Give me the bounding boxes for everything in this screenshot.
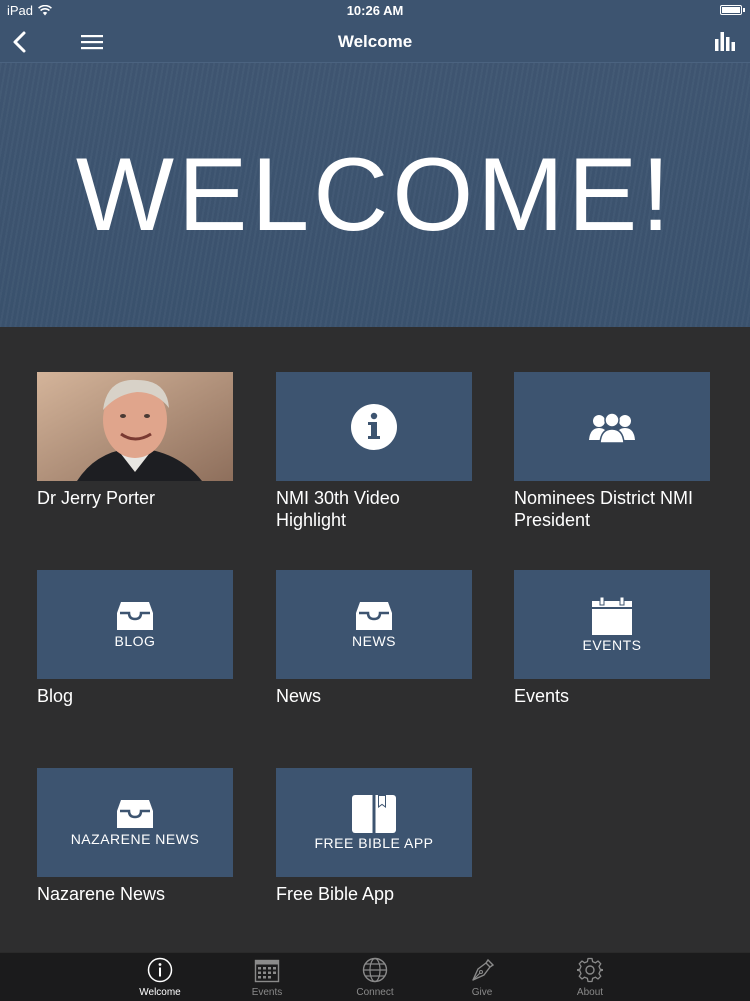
tile-caption: Nominees District NMI President	[514, 488, 694, 530]
tile-dr-jerry-porter[interactable]: Dr Jerry Porter	[37, 372, 233, 509]
inbox-icon	[117, 799, 153, 828]
tile-nazarene-news[interactable]: NAZARENE NEWS Nazarene News	[37, 768, 233, 905]
tab-label: Welcome	[139, 987, 181, 998]
tab-give[interactable]: Give	[432, 953, 532, 1001]
tab-events[interactable]: Events	[217, 953, 317, 1001]
tile-thumbnail-label: NAZARENE NEWS	[70, 830, 200, 847]
tile-nominees[interactable]: Nominees District NMI President	[514, 372, 710, 531]
portrait-photo	[37, 372, 233, 481]
tile-thumbnail-label: FREE BIBLE APP	[314, 834, 434, 851]
tab-bar: Welcome Events Connect Give About	[0, 952, 750, 1001]
users-group-icon	[589, 411, 635, 444]
tile-caption: Blog	[37, 686, 74, 706]
inbox-icon	[356, 601, 392, 630]
tile-thumbnail: FREE BIBLE APP	[276, 768, 472, 877]
tab-about[interactable]: About	[540, 953, 640, 1001]
tab-label: Give	[471, 987, 493, 998]
welcome-banner: WELCOME!	[0, 63, 750, 327]
bar-chart-icon[interactable]	[714, 30, 736, 52]
tile-nmi-30th-video[interactable]: NMI 30th Video Highlight	[276, 372, 472, 531]
tile-thumbnail-label: EVENTS	[582, 636, 642, 653]
tab-welcome[interactable]: Welcome	[110, 953, 210, 1001]
tile-caption: NMI 30th Video Highlight	[276, 488, 400, 530]
tile-thumbnail-label: NEWS	[352, 632, 396, 649]
tile-caption: Nazarene News	[37, 884, 166, 904]
calendar-icon	[254, 959, 280, 983]
battery-icon	[720, 5, 745, 15]
gear-icon	[577, 957, 603, 983]
tile-events[interactable]: EVENTS Events	[514, 570, 710, 707]
globe-icon	[362, 957, 388, 983]
info-icon	[351, 403, 397, 450]
tile-caption: News	[276, 686, 322, 706]
info-icon	[147, 957, 173, 983]
tile-thumbnail-label: BLOG	[114, 632, 156, 649]
book-icon	[352, 794, 396, 833]
status-bar: iPad 10:26 AM	[0, 0, 750, 22]
pen-nib-icon	[472, 958, 495, 981]
tab-label: About	[576, 987, 604, 998]
calendar-icon	[592, 596, 632, 635]
inbox-icon	[117, 601, 153, 630]
tile-caption: Free Bible App	[276, 884, 395, 904]
banner-headline: WELCOME!	[75, 137, 675, 253]
nav-bar: Welcome	[0, 22, 750, 63]
tile-thumbnail	[276, 372, 472, 481]
tile-thumbnail	[514, 372, 710, 481]
tab-connect[interactable]: Connect	[325, 953, 425, 1001]
tile-thumbnail: NAZARENE NEWS	[37, 768, 233, 877]
page-title: Welcome	[337, 32, 413, 51]
tile-caption: Dr Jerry Porter	[37, 488, 156, 508]
status-time: 10:26 AM	[346, 3, 404, 18]
tile-thumbnail: BLOG	[37, 570, 233, 679]
tile-thumbnail: EVENTS	[514, 570, 710, 679]
tile-blog[interactable]: BLOG Blog	[37, 570, 233, 707]
tile-news[interactable]: NEWS News	[276, 570, 472, 707]
portrait-illustration	[37, 372, 233, 481]
tile-free-bible-app[interactable]: FREE BIBLE APP Free Bible App	[276, 768, 472, 905]
tab-label: Events	[251, 987, 283, 998]
tab-label: Connect	[356, 987, 394, 998]
tile-caption: Events	[514, 686, 570, 706]
tile-thumbnail: NEWS	[276, 570, 472, 679]
